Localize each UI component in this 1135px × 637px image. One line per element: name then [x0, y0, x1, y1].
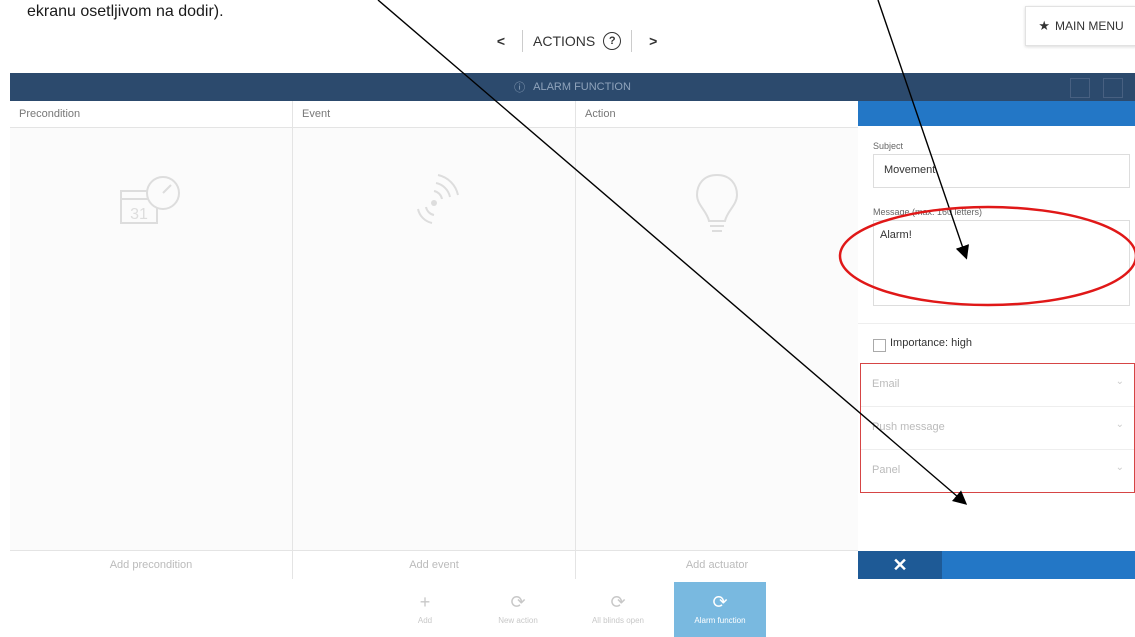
message-label: Message (max. 160 letters) [873, 207, 983, 217]
nav-title: ACTIONS [533, 33, 596, 49]
signal-waves-icon [293, 171, 575, 241]
dropdown-label: Email [872, 378, 900, 390]
panel-header [858, 101, 1135, 126]
lightbulb-icon [576, 171, 858, 241]
nav-divider [631, 30, 633, 52]
message-value: Alarm! [880, 229, 912, 241]
top-navigation: < ACTIONS ? > [490, 28, 664, 54]
edit-icon[interactable] [1103, 78, 1123, 98]
all-blinds-open-button[interactable]: ⟳ All blinds open [578, 582, 658, 637]
bottom-toolbar: + Add ⟳ New action ⟳ All blinds open ⟳ A… [0, 582, 1135, 637]
precondition-column: Precondition 31 Add precondition [10, 101, 293, 579]
calendar-day: 31 [130, 206, 148, 223]
title-bar-title: ALARM FUNCTION [533, 81, 631, 93]
add-actuator-button[interactable]: Add actuator [576, 550, 858, 579]
action-icon: ⟳ [510, 592, 526, 612]
alarm-settings-panel: Subject Movement Message (max. 160 lette… [858, 101, 1135, 579]
nav-next-button[interactable]: > [642, 33, 664, 49]
add-event-button[interactable]: Add event [293, 550, 575, 579]
title-bar: ⓘ ALARM FUNCTION [10, 73, 1135, 101]
toolbar-label: All blinds open [591, 616, 645, 625]
nav-prev-button[interactable]: < [490, 33, 512, 49]
subject-field[interactable]: Movement [873, 154, 1130, 188]
add-button[interactable]: + Add [385, 582, 465, 637]
toolbar-label: Add [417, 616, 433, 625]
dropdown-label: Push message [872, 421, 945, 433]
dropdown-label: Panel [872, 464, 901, 476]
email-dropdown[interactable]: Email ⌄ [861, 364, 1134, 407]
instruction-caption: ekranu osetljivom na dodir). [27, 3, 224, 20]
event-column: Event Add event [293, 101, 576, 579]
chevron-down-icon: ⌄ [1115, 419, 1124, 430]
chevron-down-icon: ⌄ [1115, 376, 1124, 387]
main-menu-button[interactable]: ★ MAIN MENU [1025, 6, 1135, 46]
toolbar-label: New action [498, 616, 538, 625]
save-icon[interactable] [1070, 78, 1090, 98]
toolbar-label: Alarm function [694, 616, 746, 625]
subject-label: Subject [873, 141, 904, 151]
plus-icon: + [419, 592, 431, 612]
notification-options: Email ⌄ Push message ⌄ Panel ⌄ [860, 363, 1135, 493]
panel-dropdown[interactable]: Panel ⌄ [861, 450, 1134, 492]
help-icon[interactable]: ? [603, 32, 622, 50]
main-menu-label: MAIN MENU [1054, 19, 1124, 33]
column-header: Precondition [10, 101, 292, 128]
new-action-button[interactable]: ⟳ New action [478, 582, 558, 637]
alarm-action-icon: ⟳ [712, 592, 728, 612]
close-icon[interactable]: ✕ [858, 551, 942, 579]
importance-checkbox[interactable] [873, 339, 886, 352]
message-field[interactable]: Alarm! [873, 220, 1130, 306]
divider [858, 323, 1135, 324]
action-column: Action Add actuator [576, 101, 859, 579]
column-header: Action [576, 101, 858, 128]
column-header: Event [293, 101, 575, 128]
importance-label: Importance: high [890, 337, 972, 349]
push-message-dropdown[interactable]: Push message ⌄ [861, 407, 1134, 450]
chevron-down-icon: ⌄ [1115, 462, 1124, 473]
nav-divider [522, 30, 523, 52]
info-icon: ⓘ [514, 82, 526, 94]
add-precondition-button[interactable]: Add precondition [10, 550, 292, 579]
subject-value: Movement [884, 164, 936, 176]
alarm-function-button[interactable]: ⟳ Alarm function [674, 582, 766, 637]
panel-footer: ✕ [858, 551, 1135, 579]
calendar-clock-icon: 31 [10, 171, 292, 241]
star-icon: ★ [1038, 18, 1050, 33]
blinds-icon: ⟳ [610, 592, 626, 612]
